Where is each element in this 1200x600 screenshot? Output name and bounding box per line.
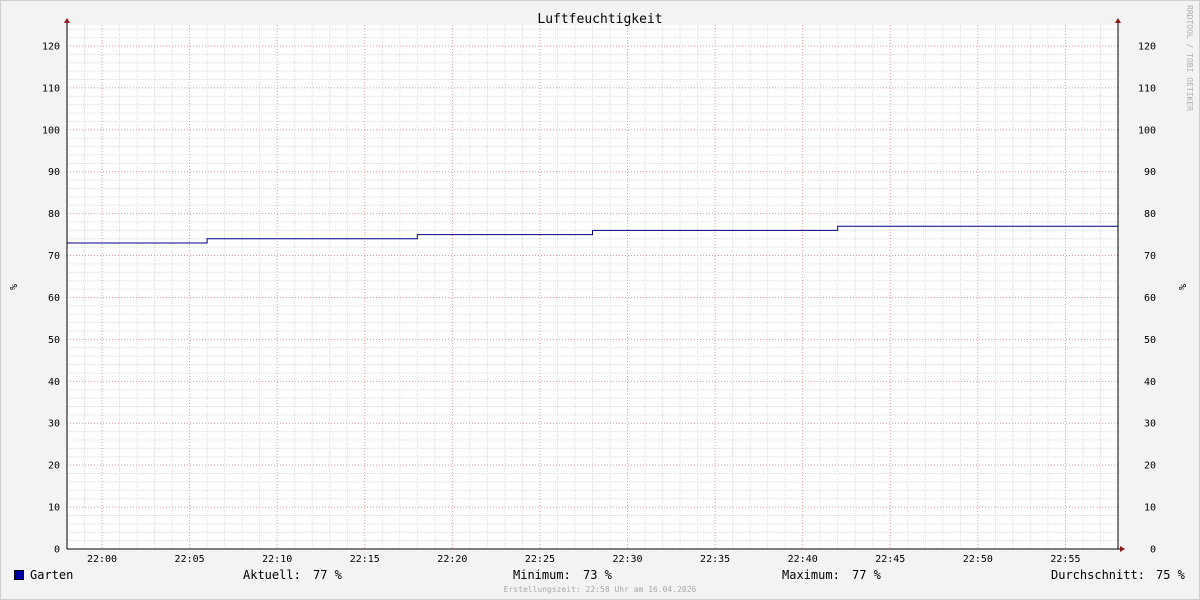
x-tick-label: 22:20 (437, 554, 467, 565)
x-tick-label: 22:40 (788, 554, 818, 565)
y-tick-label-right: 110 (1138, 83, 1156, 94)
x-axis-arrow (1120, 546, 1125, 552)
legend-series-name: Garten (30, 568, 74, 582)
legend-avg-value: 75 % (1156, 568, 1185, 582)
y-axis-label-left: % (7, 284, 18, 290)
x-tick-label: 22:00 (87, 554, 117, 565)
footer-timestamp: Erstellungszeit: 22:58 Uhr am 16.04.2026 (504, 585, 697, 594)
y-tick-label: 40 (48, 377, 60, 388)
y-tick-labels-right: 0 10 20 30 40 50 60 70 80 90 100 110 120 (1138, 41, 1156, 555)
humidity-chart: 0 10 20 30 40 50 60 70 80 90 100 110 120 0 10 20 30 40 50… (7, 5, 1194, 594)
y-tick-label: 120 (42, 41, 60, 52)
x-tick-label: 22:30 (612, 554, 642, 565)
x-tick-label: 22:05 (175, 554, 205, 565)
y-tick-label: 0 (54, 545, 60, 556)
y-tick-label-right: 30 (1144, 419, 1156, 430)
x-tick-label: 22:45 (875, 554, 905, 565)
y-tick-label-right: 70 (1144, 251, 1156, 262)
x-tick-label: 22:35 (700, 554, 730, 565)
y-tick-label-right: 60 (1144, 293, 1156, 304)
x-tick-label: 22:10 (262, 554, 292, 565)
legend-avg-label: Durchschnitt: (1051, 568, 1145, 582)
x-tick-label: 22:15 (350, 554, 380, 565)
y-tick-label-right: 90 (1144, 167, 1156, 178)
y-tick-label: 50 (48, 335, 60, 346)
y-tick-label: 80 (48, 209, 60, 220)
y-tick-label-right: 80 (1144, 209, 1156, 220)
x-tick-labels: 22:00 22:05 22:10 22:15 22:20 22:25 22:30 22:35… (87, 554, 1081, 565)
y-tick-labels-left: 0 10 20 30 40 50 60 70 80 90 100 110 120 (42, 41, 60, 555)
y-tick-label-right: 120 (1138, 41, 1156, 52)
y-tick-label: 20 (48, 461, 60, 472)
y-tick-label-right: 50 (1144, 335, 1156, 346)
y-tick-label-right: 100 (1138, 125, 1156, 136)
legend-min-label: Minimum: (513, 568, 571, 582)
legend-swatch-garten (14, 570, 24, 580)
chart-title: Luftfeuchtigkeit (537, 12, 662, 27)
y-tick-label-right: 10 (1144, 503, 1156, 514)
legend-min-value: 73 % (583, 568, 612, 582)
y-axis-arrow-left (64, 18, 70, 23)
y-tick-label-right: 0 (1150, 545, 1156, 556)
y-tick-label: 10 (48, 503, 60, 514)
x-tick-label: 22:50 (963, 554, 993, 565)
y-tick-label: 30 (48, 419, 60, 430)
y-tick-label: 100 (42, 125, 60, 136)
x-tick-label: 22:55 (1050, 554, 1080, 565)
y-tick-label-right: 20 (1144, 461, 1156, 472)
x-tick-label: 22:25 (525, 554, 555, 565)
legend-max-value: 77 % (852, 568, 881, 582)
y-tick-label: 60 (48, 293, 60, 304)
y-tick-label: 90 (48, 167, 60, 178)
y-tick-label: 70 (48, 251, 60, 262)
legend-current-label: Aktuell: (243, 568, 301, 582)
y-tick-label: 110 (42, 83, 60, 94)
y-axis-label-right: % (1176, 284, 1187, 290)
legend-max-label: Maximum: (782, 568, 840, 582)
y-axis-arrow-right (1115, 18, 1121, 23)
legend-current-value: 77 % (313, 568, 342, 582)
rrdtool-watermark: RRDTOOL / TOBI OETIKER (1185, 5, 1194, 111)
y-tick-label-right: 40 (1144, 377, 1156, 388)
